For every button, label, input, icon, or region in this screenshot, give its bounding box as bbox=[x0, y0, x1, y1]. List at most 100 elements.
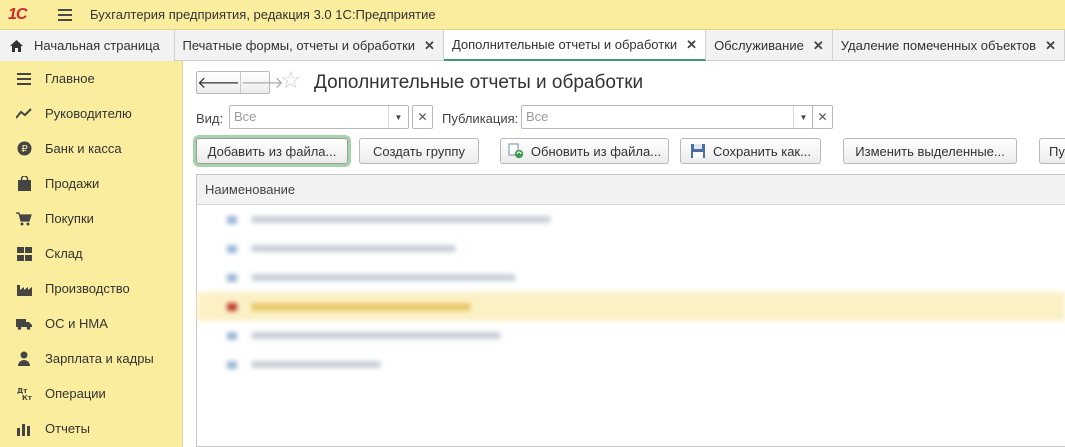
kind-filter-clear-icon[interactable]: ✕ bbox=[412, 105, 433, 129]
sidebar-item-sales[interactable]: Продажи bbox=[0, 166, 182, 201]
button-label: Изменить выделенные... bbox=[855, 143, 1005, 159]
sidebar-item-reports[interactable]: Отчеты bbox=[0, 411, 182, 446]
sidebar-item-manager[interactable]: Руководителю bbox=[0, 96, 182, 131]
tabs-bar: Начальная страница Печатные формы, отчет… bbox=[0, 30, 1065, 61]
item-icon bbox=[227, 302, 237, 311]
sidebar-item-label: ОС и НМА bbox=[45, 316, 108, 331]
table-row[interactable] bbox=[197, 321, 1065, 350]
button-label: Добавить из файла... bbox=[207, 143, 337, 159]
close-icon[interactable]: ✕ bbox=[424, 38, 435, 54]
publication-filter-value: Все bbox=[526, 109, 549, 124]
item-icon bbox=[227, 360, 237, 369]
logo-text: 1С bbox=[8, 5, 27, 23]
column-header-name[interactable]: Наименование bbox=[197, 175, 1065, 205]
tab-print-forms[interactable]: Печатные формы, отчеты и обработки ✕ bbox=[175, 30, 444, 61]
publication-filter-field[interactable]: Все ▼ bbox=[521, 105, 814, 129]
back-arrow-icon[interactable]: 🡐 bbox=[197, 72, 241, 93]
truck-icon bbox=[16, 316, 32, 332]
tab-label: Удаление помеченных объектов bbox=[840, 38, 1037, 53]
svg-text:Кт: Кт bbox=[22, 394, 32, 401]
report-chart-icon bbox=[16, 421, 32, 437]
publication-filter-label: Публикация: bbox=[442, 111, 519, 126]
publication-filter-clear-icon[interactable]: ✕ bbox=[812, 105, 833, 129]
forward-arrow-icon[interactable]: 🡒 bbox=[241, 72, 284, 93]
add-from-file-button[interactable]: Добавить из файла... bbox=[196, 138, 348, 164]
sidebar-item-production[interactable]: Производство bbox=[0, 271, 182, 306]
dropdown-arrow-icon[interactable]: ▼ bbox=[388, 106, 408, 128]
sidebar-item-warehouse[interactable]: Склад bbox=[0, 236, 182, 271]
table-row[interactable] bbox=[197, 234, 1065, 263]
close-icon[interactable]: ✕ bbox=[686, 37, 697, 53]
close-icon[interactable]: ✕ bbox=[813, 38, 824, 54]
factory-icon bbox=[16, 281, 32, 297]
blurred-cell bbox=[251, 245, 456, 252]
sidebar-item-label: Операции bbox=[45, 386, 106, 401]
sidebar-item-label: Главное bbox=[45, 71, 95, 86]
ruble-coin-icon: ₽ bbox=[16, 141, 32, 157]
kind-filter-field[interactable]: Все ▼ bbox=[229, 105, 409, 129]
reports-table: Наименование bbox=[196, 174, 1065, 447]
table-row[interactable] bbox=[197, 263, 1065, 292]
save-disk-icon bbox=[690, 143, 706, 159]
button-label: Создать группу bbox=[373, 143, 465, 159]
blurred-cell bbox=[251, 216, 551, 223]
blurred-cell bbox=[251, 332, 501, 339]
blurred-cell bbox=[251, 302, 471, 311]
button-label: Обновить из файла... bbox=[530, 143, 662, 159]
more-actions-button[interactable]: Пу bbox=[1039, 138, 1065, 164]
kind-filter-value: Все bbox=[234, 109, 257, 124]
sidebar-item-fixed-assets[interactable]: ОС и НМА bbox=[0, 306, 182, 341]
svg-text:₽: ₽ bbox=[21, 144, 28, 155]
sidebar-item-label: Покупки bbox=[45, 211, 94, 226]
sidebar-item-main[interactable]: Главное bbox=[0, 61, 182, 96]
tab-additional-reports[interactable]: Дополнительные отчеты и обработки ✕ bbox=[443, 30, 707, 61]
sidebar-item-label: Руководителю bbox=[45, 106, 132, 121]
sidebar-item-label: Банк и касса bbox=[45, 141, 122, 156]
tab-label: Дополнительные отчеты и обработки bbox=[451, 37, 678, 52]
title-bar: 1С Бухгалтерия предприятия, редакция 3.0… bbox=[0, 0, 1065, 30]
update-from-file-button[interactable]: Обновить из файла... bbox=[500, 138, 669, 164]
menu-lines-icon bbox=[16, 71, 32, 87]
close-icon[interactable]: ✕ bbox=[1045, 38, 1056, 54]
item-icon bbox=[227, 331, 237, 340]
item-icon bbox=[227, 215, 237, 224]
blurred-cell bbox=[251, 361, 381, 368]
button-label: Пу bbox=[1049, 143, 1065, 159]
blurred-cell bbox=[251, 274, 516, 281]
shopping-cart-icon bbox=[16, 211, 32, 227]
sidebar-item-purchases[interactable]: Покупки bbox=[0, 201, 182, 236]
save-as-button[interactable]: Сохранить как... bbox=[680, 138, 821, 164]
tab-label: Обслуживание bbox=[714, 38, 804, 53]
table-row[interactable] bbox=[197, 350, 1065, 379]
sidebar-item-operations[interactable]: Дт Кт Операции bbox=[0, 376, 182, 411]
sidebar-item-label: Производство bbox=[45, 281, 130, 296]
table-row[interactable] bbox=[197, 205, 1065, 234]
dropdown-arrow-icon[interactable]: ▼ bbox=[793, 106, 813, 128]
shopping-bag-icon bbox=[16, 176, 32, 192]
kind-filter-label: Вид: bbox=[196, 111, 224, 126]
main-menu-icon[interactable] bbox=[58, 8, 72, 21]
sidebar-item-label: Продажи bbox=[45, 176, 100, 191]
warehouse-grid-icon bbox=[16, 246, 32, 262]
favorite-star-icon[interactable]: ☆ bbox=[280, 69, 302, 93]
tab-label: Начальная страница bbox=[34, 38, 160, 53]
dt-kt-icon: Дт Кт bbox=[16, 386, 32, 402]
tab-delete-marked[interactable]: Удаление помеченных объектов ✕ bbox=[833, 30, 1065, 61]
button-label: Сохранить как... bbox=[713, 143, 811, 159]
tab-home[interactable]: Начальная страница bbox=[0, 30, 175, 61]
home-icon bbox=[10, 39, 23, 52]
item-icon bbox=[227, 244, 237, 253]
app-logo[interactable]: 1С bbox=[8, 6, 40, 24]
page-title: Дополнительные отчеты и обработки bbox=[314, 72, 644, 93]
tab-maintenance[interactable]: Обслуживание ✕ bbox=[706, 30, 833, 61]
tab-label: Печатные формы, отчеты и обработки bbox=[182, 38, 416, 53]
sidebar-item-bank[interactable]: ₽ Банк и касса bbox=[0, 131, 182, 166]
create-group-button[interactable]: Создать группу bbox=[359, 138, 479, 164]
history-nav: 🡐 🡒 bbox=[196, 71, 284, 94]
sidebar-item-salary[interactable]: Зарплата и кадры bbox=[0, 341, 182, 376]
change-selected-button[interactable]: Изменить выделенные... bbox=[843, 138, 1017, 164]
table-row[interactable] bbox=[197, 292, 1065, 321]
app-title: Бухгалтерия предприятия, редакция 3.0 1С… bbox=[90, 7, 436, 22]
person-icon bbox=[16, 351, 32, 367]
sidebar-item-label: Склад bbox=[45, 246, 83, 261]
